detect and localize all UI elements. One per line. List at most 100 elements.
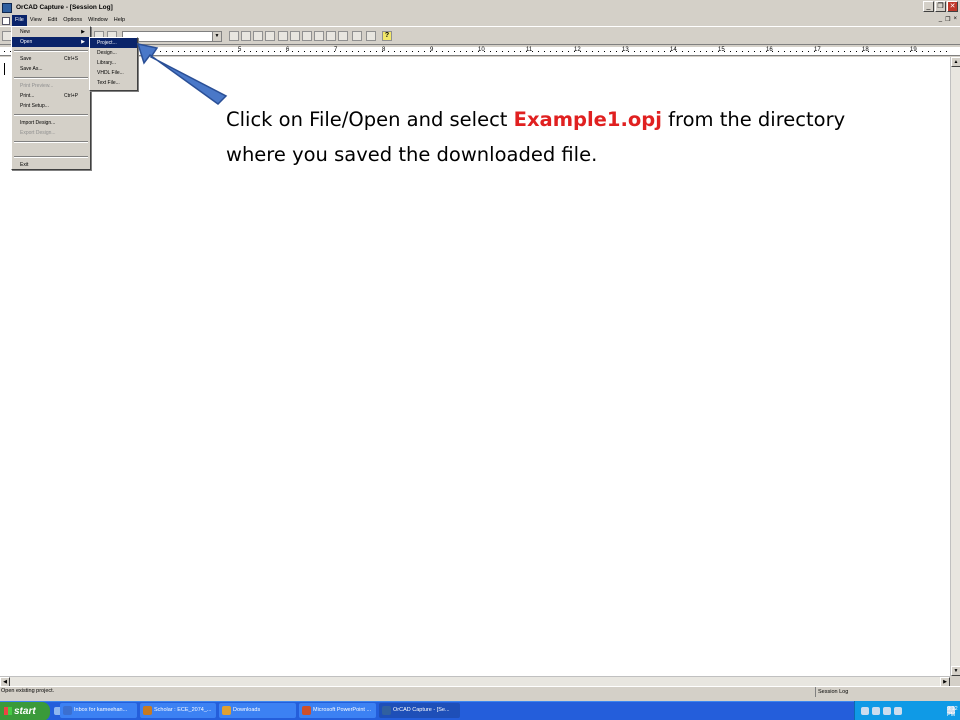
tray-security-icon[interactable] (883, 706, 891, 715)
menu-item-print-preview: Print Preview... (20, 83, 54, 89)
menu-view[interactable]: View (27, 15, 45, 26)
start-label: start (14, 705, 36, 717)
ruler-tick (514, 51, 515, 52)
ruler-tick (508, 51, 509, 52)
menu-item-import-design[interactable]: Import Design... (12, 118, 90, 128)
snap-grid-icon[interactable] (338, 31, 348, 41)
ruler-number: 7 (334, 47, 338, 53)
project-manager-icon[interactable] (352, 31, 362, 41)
menu-item-export-design: Export Design... (20, 130, 56, 136)
vertical-scrollbar[interactable]: ▲ ▼ (950, 57, 960, 676)
ruler-tick (940, 51, 941, 52)
ruler-tick (394, 51, 395, 52)
ruler-tick (262, 51, 263, 52)
cross-reference-icon[interactable] (314, 31, 324, 41)
text-cursor (4, 63, 5, 75)
annotate-icon[interactable] (278, 31, 288, 41)
menu-help[interactable]: Help (111, 15, 128, 26)
tray-network-icon[interactable] (872, 706, 880, 715)
minimize-button[interactable]: _ (923, 1, 934, 12)
submenu-item-design[interactable]: Design... (90, 48, 137, 58)
menu-options[interactable]: Options (60, 15, 85, 26)
ruler-tick (556, 51, 557, 52)
file-menu: New ▶ Open ▶ Save Ctrl+S Save As... Print P… (11, 26, 91, 170)
zoom-out-icon[interactable] (241, 31, 251, 41)
ruler-tick (832, 51, 833, 52)
zoom-all-icon[interactable] (265, 31, 275, 41)
tray-volume-icon[interactable] (894, 706, 902, 715)
ruler-tick (862, 51, 863, 52)
menu-window[interactable]: Window (85, 15, 111, 26)
ruler-tick (466, 51, 467, 52)
menu-item-new[interactable]: New ▶ (12, 27, 90, 37)
ruler-tick (700, 51, 701, 52)
clock: 9:12 PM (947, 706, 958, 718)
system-tray: 9:12 PM (854, 701, 960, 720)
ruler-tick (844, 51, 845, 52)
taskbar-task-button[interactable]: Scholar : ECE_2074_... (140, 703, 216, 718)
submenu-item-vhdl-file[interactable]: VHDL File... (90, 68, 137, 78)
ruler-tick (244, 51, 245, 52)
doc-close-icon[interactable]: × (953, 16, 957, 23)
menu-item-save-as[interactable]: Save As... (12, 64, 90, 74)
ruler-tick (922, 51, 923, 52)
menu-recent-spacer (12, 145, 90, 153)
taskbar-task-button[interactable]: Downloads (219, 703, 296, 718)
horizontal-scrollbar[interactable]: ◀ ▶ (0, 676, 950, 687)
doc-restore-icon[interactable]: ❐ (945, 16, 950, 23)
menu-file[interactable]: File (12, 15, 27, 26)
toolbar: ▼ ? (0, 26, 960, 45)
ruler-tick (202, 51, 203, 52)
submenu-item-project[interactable]: Project... (90, 38, 137, 48)
ruler-tick (184, 51, 185, 52)
help-icon[interactable]: ? (382, 31, 392, 41)
menu-bar: File View Edit Options Window Help (0, 15, 960, 26)
submenu-item-library[interactable]: Library... (90, 58, 137, 68)
ruler-tick (256, 51, 257, 52)
submenu-arrow-icon: ▶ (81, 29, 85, 35)
ruler-tick (268, 51, 269, 52)
task-label: Microsoft PowerPoint ... (313, 707, 372, 713)
tray-help-icon[interactable] (861, 706, 869, 715)
bill-of-materials-icon[interactable] (326, 31, 336, 41)
ruler-tick (706, 51, 707, 52)
menu-item-print[interactable]: Print... Ctrl+P (12, 91, 90, 101)
ruler-tick (592, 51, 593, 52)
chevron-down-icon[interactable]: ▼ (212, 32, 221, 41)
document-icon[interactable] (2, 16, 10, 25)
netlist-icon[interactable] (302, 31, 312, 41)
taskbar-task-button[interactable]: Inbox for kameehan... (60, 703, 137, 718)
ruler-tick (604, 51, 605, 52)
ruler-tick (208, 51, 209, 52)
ruler-number: 8 (382, 47, 386, 53)
ruler-tick (838, 51, 839, 52)
menu-item-exit[interactable]: Exit (12, 160, 90, 170)
ruler-tick (754, 51, 755, 52)
zoom-area-icon[interactable] (253, 31, 263, 41)
menu-item-save[interactable]: Save Ctrl+S (12, 54, 90, 64)
ruler-number: 19 (910, 47, 917, 53)
ruler-tick (772, 51, 773, 52)
ruler-tick (694, 51, 695, 52)
submenu-item-text-file[interactable]: Text File... (90, 78, 137, 88)
ruler-tick (334, 51, 335, 52)
scroll-down-icon[interactable]: ▼ (951, 666, 960, 676)
zoom-in-icon[interactable] (229, 31, 239, 41)
ruler-tick (622, 51, 623, 52)
ruler-tick (850, 51, 851, 52)
menu-edit[interactable]: Edit (45, 15, 60, 26)
menu-item-print-setup[interactable]: Print Setup... (12, 101, 90, 111)
doc-minimize-icon[interactable]: _ (939, 16, 942, 23)
menu-item-open[interactable]: Open ▶ (12, 37, 90, 47)
taskbar-task-button[interactable]: OrCAD Capture - [Se... (379, 703, 460, 718)
ruler-number: 9 (430, 47, 434, 53)
ruler-tick (166, 51, 167, 52)
restore-button[interactable]: ❐ (935, 1, 946, 12)
close-button[interactable]: ✕ (947, 1, 958, 12)
scroll-up-icon[interactable]: ▲ (951, 57, 960, 67)
drc-icon[interactable] (290, 31, 300, 41)
ruler-tick (418, 51, 419, 52)
back-annotate-icon[interactable] (366, 31, 376, 41)
taskbar-task-button[interactable]: Microsoft PowerPoint ... (299, 703, 376, 718)
start-button[interactable]: start (0, 701, 50, 720)
